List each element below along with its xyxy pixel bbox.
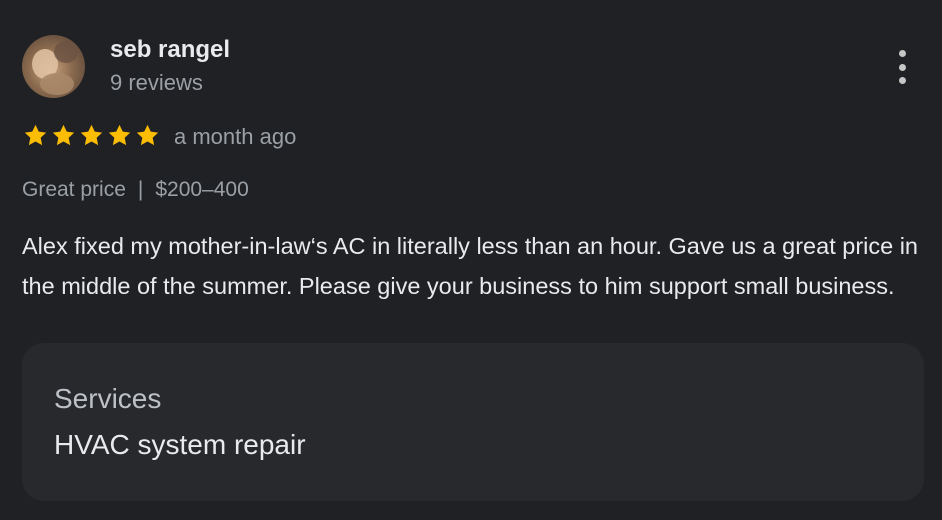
review-time: a month ago <box>174 124 297 149</box>
avatar-photo-part <box>40 73 74 95</box>
more-options-button[interactable] <box>888 48 916 86</box>
review-text: Alex fixed my mother-in-law‘s AC in lite… <box>22 233 919 299</box>
attribute-separator: | <box>137 178 144 201</box>
more-vert-icon-dot <box>898 77 906 84</box>
reviewer-avatar[interactable] <box>22 35 85 98</box>
services-panel: Services HVAC system repair <box>22 343 924 501</box>
reviewer-name[interactable]: seb rangel <box>110 36 230 64</box>
review-card: seb rangel 9 reviews a month ago Great p… <box>0 0 942 520</box>
more-vert-icon <box>898 50 906 57</box>
star-rating <box>22 122 161 149</box>
star-icon <box>52 124 75 146</box>
star-icon <box>108 124 131 146</box>
avatar-photo-part <box>54 41 78 63</box>
star-icon <box>136 124 159 146</box>
star-icon <box>24 124 47 146</box>
review-attributes: Great price | $200–400 <box>22 178 249 202</box>
star-icon <box>80 124 103 146</box>
reviewer-review-count[interactable]: 9 reviews <box>110 70 203 96</box>
price-range: $200–400 <box>155 178 249 201</box>
services-value: HVAC system repair <box>54 429 306 460</box>
more-vert-icon-dot <box>898 63 906 71</box>
services-title: Services <box>54 383 162 414</box>
price-label: Great price <box>22 178 126 201</box>
